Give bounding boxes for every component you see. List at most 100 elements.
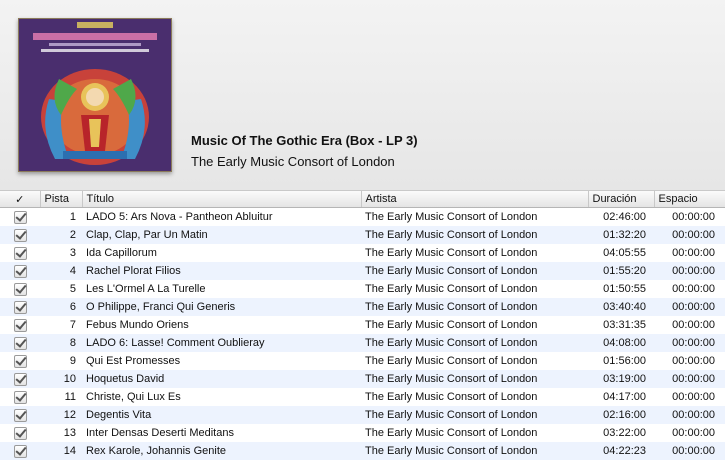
track-title: Degentis Vita bbox=[82, 406, 361, 424]
track-title: Inter Densas Deserti Meditans bbox=[82, 424, 361, 442]
checkmark-icon[interactable] bbox=[13, 426, 27, 440]
track-title: Qui Est Promesses bbox=[82, 352, 361, 370]
track-row[interactable]: 11 Christe, Qui Lux Es The Early Music Con… bbox=[0, 388, 725, 406]
track-number: 13 bbox=[40, 424, 82, 442]
checkmark-icon[interactable] bbox=[13, 246, 27, 260]
track-title: O Philippe, Franci Qui Generis bbox=[82, 298, 361, 316]
checkmark-icon[interactable] bbox=[13, 300, 27, 314]
track-checkbox[interactable] bbox=[0, 280, 40, 298]
track-space: 00:00:00 bbox=[654, 352, 725, 370]
track-title: Christe, Qui Lux Es bbox=[82, 388, 361, 406]
track-artist: The Early Music Consort of London bbox=[361, 316, 588, 334]
checkmark-icon[interactable] bbox=[13, 282, 27, 296]
track-duration: 04:22:23 bbox=[588, 442, 654, 460]
track-number: 2 bbox=[40, 226, 82, 244]
track-artist: The Early Music Consort of London bbox=[361, 424, 588, 442]
track-checkbox[interactable] bbox=[0, 352, 40, 370]
track-number: 9 bbox=[40, 352, 82, 370]
album-artist: The Early Music Consort of London bbox=[191, 154, 395, 169]
track-title: Rachel Plorat Filios bbox=[82, 262, 361, 280]
track-duration: 01:55:20 bbox=[588, 262, 654, 280]
track-space: 00:00:00 bbox=[654, 262, 725, 280]
track-duration: 04:08:00 bbox=[588, 334, 654, 352]
track-row[interactable]: 10 Hoquetus David The Early Music Consort … bbox=[0, 370, 725, 388]
track-number: 6 bbox=[40, 298, 82, 316]
track-artist: The Early Music Consort of London bbox=[361, 442, 588, 460]
track-artist: The Early Music Consort of London bbox=[361, 370, 588, 388]
track-number: 7 bbox=[40, 316, 82, 334]
track-checkbox[interactable] bbox=[0, 442, 40, 460]
track-artist: The Early Music Consort of London bbox=[361, 262, 588, 280]
track-number: 14 bbox=[40, 442, 82, 460]
checkmark-icon[interactable] bbox=[13, 444, 27, 458]
track-title: Ida Capillorum bbox=[82, 244, 361, 262]
column-header-check[interactable]: ✓ bbox=[0, 191, 41, 208]
track-row[interactable]: 9 Qui Est Promesses The Early Music Consor… bbox=[0, 352, 725, 370]
track-row[interactable]: 12 Degentis Vita The Early Music Consort o… bbox=[0, 406, 725, 424]
checkmark-icon[interactable] bbox=[13, 210, 27, 224]
track-number: 12 bbox=[40, 406, 82, 424]
checkmark-icon[interactable] bbox=[13, 264, 27, 278]
track-title: Hoquetus David bbox=[82, 370, 361, 388]
track-artist: The Early Music Consort of London bbox=[361, 298, 588, 316]
track-artist: The Early Music Consort of London bbox=[361, 388, 588, 406]
album-cover-image[interactable] bbox=[18, 18, 172, 172]
checkmark-icon[interactable] bbox=[13, 228, 27, 242]
track-row[interactable]: 7 Febus Mundo Oriens The Early Music Conso… bbox=[0, 316, 725, 334]
track-checkbox[interactable] bbox=[0, 262, 40, 280]
track-duration: 02:46:00 bbox=[588, 207, 654, 226]
track-checkbox[interactable] bbox=[0, 244, 40, 262]
track-row[interactable]: 5 Les L'Ormel A La Turelle The Early Music… bbox=[0, 280, 725, 298]
track-checkbox[interactable] bbox=[0, 370, 40, 388]
checkmark-icon[interactable] bbox=[13, 318, 27, 332]
track-space: 00:00:00 bbox=[654, 406, 725, 424]
track-artist: The Early Music Consort of London bbox=[361, 352, 588, 370]
track-duration: 04:05:55 bbox=[588, 244, 654, 262]
track-row[interactable]: 13 Inter Densas Deserti Meditans The Early… bbox=[0, 424, 725, 442]
track-duration: 01:32:20 bbox=[588, 226, 654, 244]
track-space: 00:00:00 bbox=[654, 207, 725, 226]
column-header-titulo[interactable]: Título bbox=[82, 191, 362, 208]
track-row[interactable]: 3 Ida Capillorum The Early Music Consort o… bbox=[0, 244, 725, 262]
track-checkbox[interactable] bbox=[0, 334, 40, 352]
checkmark-icon[interactable] bbox=[13, 372, 27, 386]
track-space: 00:00:00 bbox=[654, 334, 725, 352]
track-row[interactable]: 4 Rachel Plorat Filios The Early Music Con… bbox=[0, 262, 725, 280]
track-checkbox[interactable] bbox=[0, 406, 40, 424]
track-checkbox[interactable] bbox=[0, 226, 40, 244]
album-artwork-icon bbox=[19, 19, 171, 171]
track-row[interactable]: 8 LADO 6: Lasse! Comment Oublieray The Ear… bbox=[0, 334, 725, 352]
track-checkbox[interactable] bbox=[0, 316, 40, 334]
column-header-duracion[interactable]: Duración bbox=[588, 191, 655, 208]
track-row[interactable]: 2 Clap, Clap, Par Un Matin The Early Music… bbox=[0, 226, 725, 244]
checkmark-icon[interactable] bbox=[13, 336, 27, 350]
track-row[interactable]: 1 LADO 5: Ars Nova - Pantheon Abluitur The… bbox=[0, 207, 725, 226]
track-duration: 03:40:40 bbox=[588, 298, 654, 316]
track-duration: 02:16:00 bbox=[588, 406, 654, 424]
checkmark-icon[interactable] bbox=[13, 408, 27, 422]
column-header-espacio[interactable]: Espacio bbox=[654, 191, 725, 208]
track-checkbox[interactable] bbox=[0, 298, 40, 316]
track-checkbox[interactable] bbox=[0, 424, 40, 442]
column-header-row: ✓ Pista Título Artista Duración Espacio bbox=[0, 191, 725, 208]
track-row[interactable]: 14 Rex Karole, Johannis Genite The Early M… bbox=[0, 442, 725, 460]
checkmark-icon[interactable] bbox=[13, 390, 27, 404]
track-space: 00:00:00 bbox=[654, 316, 725, 334]
album-header: Music Of The Gothic Era (Box - LP 3) The… bbox=[0, 0, 725, 191]
track-checkbox[interactable] bbox=[0, 388, 40, 406]
track-space: 00:00:00 bbox=[654, 226, 725, 244]
track-row[interactable]: 6O Philippe, Franci Qui Generis The Early… bbox=[0, 298, 725, 316]
track-list: ✓ Pista Título Artista Duración Espacio … bbox=[0, 191, 725, 460]
track-space: 00:00:00 bbox=[654, 244, 725, 262]
column-header-pista[interactable]: Pista bbox=[40, 191, 83, 208]
column-header-artista[interactable]: Artista bbox=[361, 191, 589, 208]
track-space: 00:00:00 bbox=[654, 298, 725, 316]
track-artist: The Early Music Consort of London bbox=[361, 280, 588, 298]
track-title: Clap, Clap, Par Un Matin bbox=[82, 226, 361, 244]
track-checkbox[interactable] bbox=[0, 207, 40, 226]
track-number: 5 bbox=[40, 280, 82, 298]
track-list-body: 1 LADO 5: Ars Nova - Pantheon Abluitur The… bbox=[0, 207, 725, 460]
checkmark-icon[interactable] bbox=[13, 354, 27, 368]
track-artist: The Early Music Consort of London bbox=[361, 207, 588, 226]
track-space: 00:00:00 bbox=[654, 280, 725, 298]
